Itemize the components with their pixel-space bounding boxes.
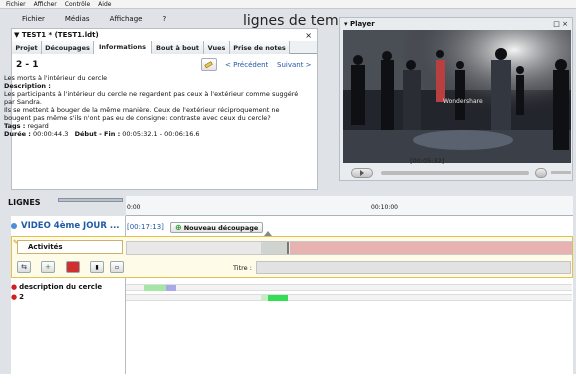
pencil-icon (204, 61, 213, 69)
split-icon: ⇆ (21, 263, 27, 271)
trash-button[interactable]: ▮ (90, 261, 104, 273)
segment-nav: 2 - 1 < Précédent Suivant > (12, 54, 317, 76)
track-label: description du cercle (19, 283, 103, 291)
tab-decoupages[interactable]: Découpages (42, 41, 94, 54)
trash-icon: ▮ (95, 263, 99, 271)
red-dot-icon: ● (11, 293, 18, 301)
add-icon: ⊕ (175, 223, 182, 232)
tab-bar: Projet Découpages Informations Bout à bo… (12, 41, 317, 54)
video-scene: Wondershare (343, 30, 571, 163)
player-header: ▾ Player □ × (340, 18, 572, 30)
window-controls: □ × (553, 20, 568, 28)
duration-value: 00:00:44.3 (33, 130, 69, 138)
activity-name-field[interactable]: Activités (17, 240, 123, 254)
project-title: ▼ TEST1 * (TEST1.ldt) (14, 31, 99, 39)
play-icon (359, 169, 364, 176)
track-segment[interactable] (144, 285, 166, 291)
segment-title: Les morts à l'intérieur du cercle (4, 74, 108, 82)
track-row-2[interactable]: ● 2 (11, 293, 24, 301)
watermark-text: Wondershare (443, 98, 483, 105)
add-segment-button[interactable]: + (41, 261, 55, 273)
collapse-arrow-icon: ▾ (344, 20, 348, 28)
os-menu-fichier[interactable]: Fichier (6, 1, 26, 8)
track-row-description[interactable]: ● description du cercle (11, 283, 102, 291)
seek-slider[interactable] (380, 170, 530, 175)
tab-prise-de-notes[interactable]: Prise de notes (230, 41, 290, 54)
next-link[interactable]: Suivant > (277, 61, 312, 69)
track-label: 2 (19, 293, 24, 301)
menu-fichier[interactable]: Fichier (12, 15, 55, 23)
player-title: Player (349, 20, 375, 28)
app-menu-bar: Fichier Médias Affichage ? (12, 15, 176, 23)
ruler-start: 0:00 (127, 204, 141, 211)
range-label: Début - Fin : (74, 130, 121, 138)
new-cut-label: Nouveau découpage (183, 223, 259, 232)
previous-link[interactable]: < Précédent (225, 61, 268, 69)
app-window: Fichier Afficher Contrôle Aide Fichier M… (0, 0, 576, 374)
segment-tool-button[interactable]: ⇆ (17, 261, 31, 273)
title-input[interactable] (256, 261, 571, 274)
menu-medias[interactable]: Médias (55, 15, 100, 23)
description-text-1: Les participants à l'intérieur du cercle… (4, 90, 299, 106)
tags-label: Tags : (4, 122, 26, 130)
os-menu-bar: Fichier Afficher Contrôle Aide (0, 0, 576, 9)
tab-projet[interactable]: Projet (12, 41, 42, 54)
video-time: [00:17:13] (127, 223, 164, 231)
volume-slider[interactable] (551, 171, 571, 174)
volume-button[interactable] (535, 167, 548, 178)
color-button[interactable] (66, 261, 80, 273)
activity-segment-gray[interactable] (261, 242, 289, 254)
tab-informations[interactable]: Informations (94, 41, 152, 54)
time-ruler[interactable]: 0:00 00:10:00 (126, 196, 573, 216)
lines-header: LIGNES (8, 198, 41, 207)
range-value: 00:05:32.1 - 00:06:16.6 (122, 130, 200, 138)
player-timecode: [00:05:32] (410, 157, 445, 165)
os-menu-afficher[interactable]: Afficher (34, 1, 57, 8)
description-label: Description : (4, 82, 51, 90)
activity-track[interactable] (126, 241, 572, 255)
edit-button[interactable] (201, 58, 217, 71)
os-menu-controle[interactable]: Contrôle (65, 1, 90, 8)
track-segment[interactable] (261, 295, 268, 301)
restore-icon[interactable]: □ (553, 20, 560, 28)
tab-bout-a-bout[interactable]: Bout à bout (152, 41, 204, 54)
close-icon[interactable]: × (562, 20, 568, 28)
player-panel: ▾ Player □ × Wondershare (339, 17, 573, 181)
description-text-2: Ils se mettent à bouger de la même maniè… (4, 106, 280, 122)
project-name: TEST1 * (TEST1.ldt) (21, 31, 99, 39)
red-dot-icon: ● (11, 283, 18, 291)
options-button[interactable]: ▫ (110, 261, 124, 273)
track-segment[interactable] (166, 285, 176, 291)
zoom-slider[interactable] (58, 198, 123, 202)
track-line-description (126, 284, 572, 291)
track-line-2 (126, 294, 572, 301)
title-label: Titre : (233, 264, 252, 272)
menu-help[interactable]: ? (152, 15, 176, 23)
play-button[interactable] (351, 167, 373, 178)
close-icon[interactable]: × (305, 31, 312, 40)
tab-vues[interactable]: Vues (204, 41, 230, 54)
ruler-mid: 00:10:00 (371, 204, 398, 211)
new-cut-button[interactable]: ⊕ Nouveau découpage (170, 222, 264, 233)
video-label: VIDEO 4ème JOUR ... (21, 221, 120, 231)
player-controls (343, 166, 571, 179)
options-icon: ▫ (114, 263, 120, 271)
os-menu-aide[interactable]: Aide (98, 1, 111, 8)
app-title: lignes de temps (243, 13, 355, 29)
project-header[interactable]: ▼ TEST1 * (TEST1.ldt) × (12, 29, 317, 41)
video-track-header: VIDEO 4ème JOUR ... (11, 221, 120, 231)
collapse-arrow-icon: ▼ (14, 31, 20, 39)
duration-label: Durée : (4, 130, 31, 138)
activity-segment-pink[interactable] (290, 242, 572, 254)
segment-info: Les morts à l'intérieur du cercle Descri… (4, 74, 304, 138)
segment-number: 2 - 1 (16, 60, 39, 70)
add-icon: + (45, 263, 51, 271)
tags-value: regard (27, 122, 49, 130)
track-segment[interactable] (268, 295, 288, 301)
menu-affichage[interactable]: Affichage (100, 15, 153, 23)
video-frame[interactable]: Wondershare (343, 30, 571, 163)
video-icon (11, 223, 17, 229)
